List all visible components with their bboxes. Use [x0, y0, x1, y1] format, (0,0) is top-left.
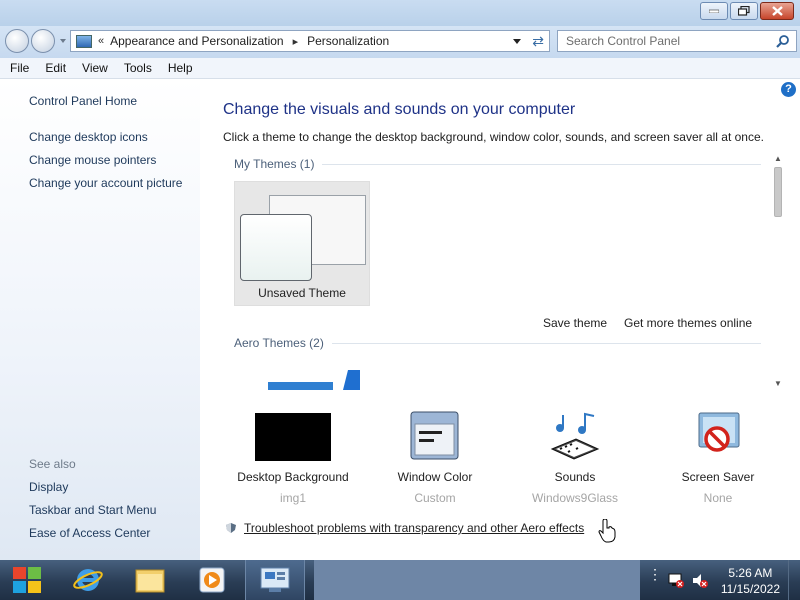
ease-of-access-link[interactable]: Ease of Access Center — [29, 526, 150, 540]
menu-file[interactable]: File — [2, 61, 37, 75]
breadcrumb-overflow[interactable]: « — [98, 35, 104, 47]
menu-edit[interactable]: Edit — [37, 61, 74, 75]
title-bar — [0, 0, 800, 26]
search-icon[interactable] — [776, 34, 790, 48]
setting-value: Windows9Glass — [531, 491, 619, 505]
start-button[interactable] — [0, 560, 54, 600]
restore-icon — [738, 6, 750, 16]
aero-theme-preview[interactable] — [268, 370, 360, 390]
refresh-icon[interactable]: ⇄ — [532, 33, 544, 50]
file-explorer-icon[interactable] — [120, 560, 180, 600]
change-mouse-pointers-link[interactable]: Change mouse pointers — [29, 153, 156, 167]
setting-name: Sounds — [554, 470, 596, 484]
group-divider — [331, 342, 761, 344]
theme-tile-unsaved[interactable]: Unsaved Theme — [234, 181, 370, 306]
control-panel-home-link[interactable]: Control Panel Home — [29, 94, 137, 108]
recent-pages-dropdown[interactable] — [60, 39, 66, 43]
menu-view[interactable]: View — [74, 61, 116, 75]
aero-themes-label: Aero Themes (2) — [234, 336, 324, 350]
forward-button[interactable] — [31, 29, 55, 53]
window-color-setting[interactable]: Window Color Custom — [360, 411, 510, 505]
clock-time: 5:26 AM — [728, 566, 773, 580]
speaker-muted-icon[interactable] — [692, 573, 708, 588]
breadcrumb-separator[interactable]: ▸ — [293, 35, 299, 48]
taskbar: ⋮ 5:26 AM 11/15/2022 — [0, 560, 800, 600]
setting-name: Desktop Background — [237, 470, 349, 484]
scroll-down-icon[interactable]: ▼ — [774, 379, 782, 388]
scroll-up-icon[interactable]: ▲ — [774, 154, 782, 163]
gallery-scrollbar[interactable]: ▲ ▼ — [773, 154, 783, 388]
theme-preview-window — [240, 214, 312, 281]
window-controls — [698, 2, 794, 20]
change-account-picture-link[interactable]: Change your account picture — [29, 176, 182, 190]
page-title: Change the visuals and sounds on your co… — [223, 101, 576, 118]
theme-gallery[interactable]: My Themes (1) Unsaved Theme Save theme G… — [223, 152, 795, 390]
sounds-icon — [500, 411, 650, 461]
shield-icon — [226, 523, 236, 533]
restore-button[interactable] — [730, 2, 758, 20]
theme-name: Unsaved Theme — [258, 286, 346, 300]
search-placeholder: Search Control Panel — [566, 34, 681, 48]
setting-name: Window Color — [397, 470, 473, 484]
breadcrumb-appearance[interactable]: Appearance and Personalization — [110, 34, 283, 48]
display-link[interactable]: Display — [29, 480, 68, 494]
sounds-setting[interactable]: Sounds Windows9Glass — [500, 411, 650, 505]
navigation-bar: « Appearance and Personalization ▸ Perso… — [0, 26, 800, 58]
menu-tools[interactable]: Tools — [116, 61, 160, 75]
get-more-themes-link[interactable]: Get more themes online — [624, 316, 752, 330]
see-also-heading: See also — [29, 457, 76, 471]
hand-cursor-icon — [598, 519, 616, 543]
control-panel-icon — [76, 34, 92, 48]
setting-name: Screen Saver — [681, 470, 755, 484]
setting-value: Custom — [414, 491, 456, 505]
desktop-background-setting[interactable]: Desktop Background img1 — [218, 411, 368, 505]
scroll-thumb[interactable] — [774, 167, 782, 217]
close-icon — [771, 6, 783, 16]
minimize-button[interactable] — [700, 2, 728, 20]
windows-logo-icon — [13, 567, 41, 593]
show-desktop-button[interactable] — [788, 560, 800, 600]
menu-bar: File Edit View Tools Help — [0, 58, 800, 79]
aero-thumbnail-icon — [268, 370, 360, 390]
aero-themes-group: Aero Themes (2) — [234, 336, 761, 350]
address-dropdown-icon[interactable] — [513, 39, 521, 44]
tray-overflow-icon[interactable]: ⋮ — [648, 567, 662, 581]
address-bar[interactable]: « Appearance and Personalization ▸ Perso… — [70, 30, 550, 52]
breadcrumb-personalization[interactable]: Personalization — [307, 34, 389, 48]
taskbar-empty-area[interactable] — [314, 560, 640, 600]
main-content: ? Change the visuals and sounds on your … — [200, 79, 800, 560]
help-icon[interactable]: ? — [781, 82, 796, 97]
taskbar-start-menu-link[interactable]: Taskbar and Start Menu — [29, 503, 156, 517]
black-desktop-icon — [218, 411, 368, 461]
troubleshoot-link[interactable]: Troubleshoot problems with transparency … — [244, 521, 584, 535]
group-divider — [322, 163, 761, 165]
search-input[interactable]: Search Control Panel — [557, 30, 797, 52]
sidebar: Control Panel Home Change desktop icons … — [0, 79, 200, 560]
my-themes-group: My Themes (1) — [234, 157, 761, 171]
screen-saver-icon — [643, 411, 793, 461]
save-theme-link[interactable]: Save theme — [543, 316, 607, 330]
window-color-icon — [360, 411, 510, 461]
page-subtitle: Click a theme to change the desktop back… — [223, 130, 764, 144]
close-button[interactable] — [760, 2, 794, 20]
troubleshoot-row: Troubleshoot problems with transparency … — [226, 521, 584, 535]
clock-date: 11/15/2022 — [720, 582, 780, 596]
minimize-icon — [709, 9, 719, 13]
network-error-icon[interactable] — [668, 573, 684, 588]
clock[interactable]: 5:26 AM 11/15/2022 — [721, 565, 780, 597]
setting-value: None — [703, 491, 733, 505]
my-themes-label: My Themes (1) — [234, 157, 315, 171]
menu-help[interactable]: Help — [160, 61, 201, 75]
internet-explorer-icon[interactable] — [58, 560, 118, 600]
control-panel-icon[interactable] — [245, 560, 305, 600]
setting-value: img1 — [279, 491, 306, 505]
back-button[interactable] — [5, 29, 29, 53]
media-player-icon[interactable] — [182, 560, 242, 600]
screen-saver-setting[interactable]: Screen Saver None — [643, 411, 793, 505]
change-desktop-icons-link[interactable]: Change desktop icons — [29, 130, 148, 144]
system-tray: ⋮ 5:26 AM 11/15/2022 — [640, 560, 800, 600]
